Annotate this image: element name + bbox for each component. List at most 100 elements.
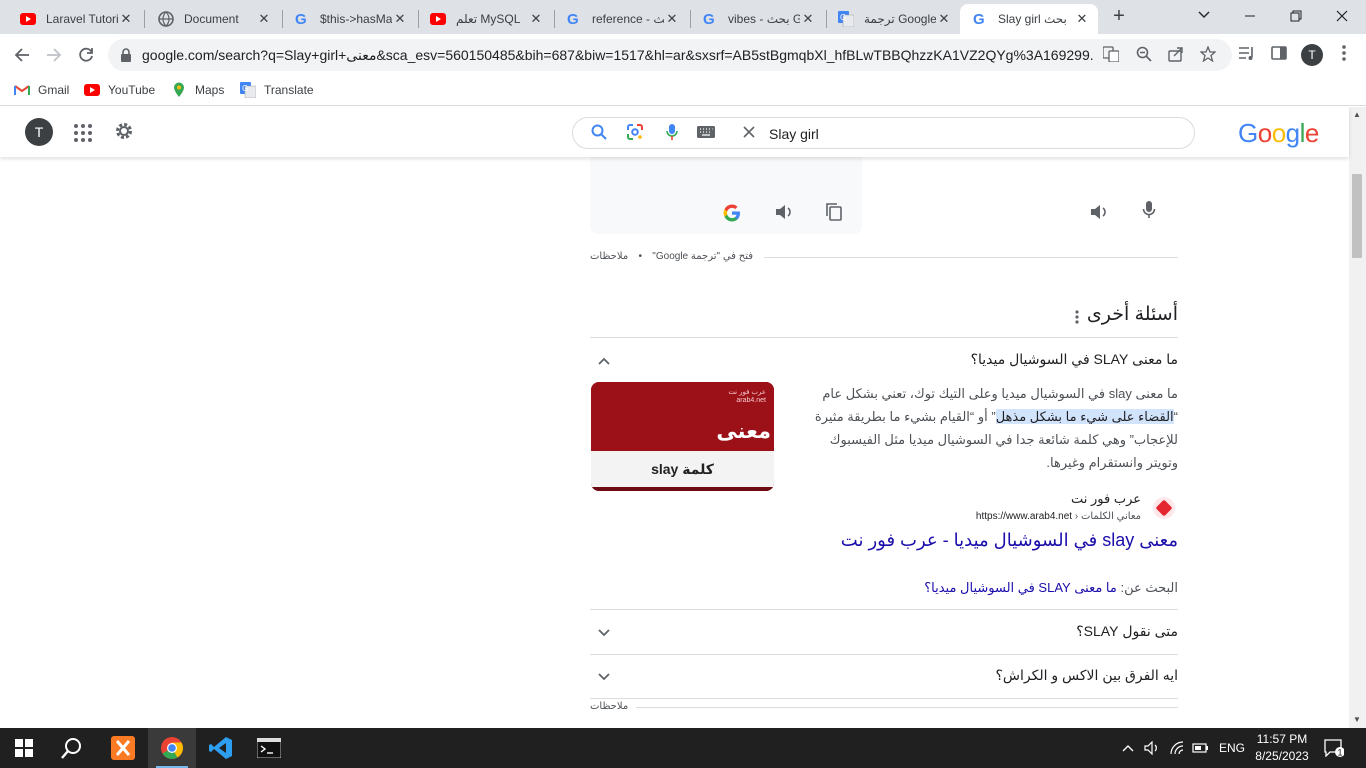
chrome-taskbar-icon[interactable] — [148, 728, 196, 768]
kebab-menu-icon[interactable] — [1334, 45, 1354, 65]
search-for-link[interactable]: ما معنى SLAY في السوشيال ميديا؟ — [924, 580, 1117, 595]
tab-translate[interactable]: G ترجمة Google ✕ — [826, 4, 960, 34]
chevron-down-icon[interactable] — [594, 622, 614, 642]
tab-mysql[interactable]: تعلم MySQL ✕ — [418, 4, 552, 34]
clock-date: 8/25/2023 — [1255, 749, 1309, 763]
minimize-button[interactable] — [1230, 4, 1270, 26]
scroll-up-arrow-icon[interactable]: ▲ — [1353, 110, 1361, 119]
system-clock[interactable]: 11:57 PM 8/25/2023 — [1250, 731, 1314, 765]
open-in-translate-link[interactable]: فتح في "ترجمة Google" — [652, 251, 753, 262]
question-item[interactable]: ايه الفرق بين الاكس و الكراش؟ — [590, 654, 1178, 698]
terminal-icon[interactable] — [245, 728, 293, 768]
tab-search-chevron-icon[interactable] — [1184, 4, 1224, 26]
answer-thumbnail[interactable]: عرب فور نت arab4.net معنى كلمة slay — [591, 382, 774, 491]
google-logo[interactable]: Google — [1238, 118, 1319, 149]
close-icon[interactable]: ✕ — [256, 11, 272, 27]
tab-hasmany[interactable]: G $this->hasMa ✕ — [282, 4, 416, 34]
restore-button[interactable] — [1276, 4, 1316, 26]
close-icon[interactable]: ✕ — [1074, 11, 1090, 27]
tab-title: $this->hasMa — [320, 12, 392, 26]
close-icon[interactable]: ✕ — [800, 11, 816, 27]
lock-icon[interactable] — [120, 48, 132, 62]
chevron-up-icon[interactable] — [594, 350, 614, 370]
reload-button[interactable] — [74, 43, 98, 67]
google-translate-icon: G — [240, 82, 256, 98]
settings-gear-icon[interactable] — [112, 119, 136, 143]
thumbnail-brand: عرب فور نت arab4.net — [728, 389, 766, 405]
page-scrollbar[interactable]: ▲ ▼ — [1349, 107, 1366, 728]
close-icon[interactable]: ✕ — [936, 11, 952, 27]
close-icon[interactable]: ✕ — [118, 11, 134, 27]
divider — [590, 698, 1178, 699]
side-panel-icon[interactable] — [1269, 45, 1289, 65]
lens-camera-icon[interactable] — [625, 124, 645, 144]
bookmark-star-icon[interactable] — [1199, 45, 1217, 64]
search-query-text[interactable]: Slay girl — [769, 126, 819, 142]
account-avatar[interactable]: T — [25, 118, 53, 146]
bookmark-maps[interactable]: Maps — [171, 82, 224, 98]
volume-icon[interactable] — [1144, 728, 1160, 768]
feedback-link[interactable]: ملاحظات — [590, 701, 628, 712]
bookmark-youtube[interactable]: YouTube — [84, 82, 155, 98]
bookmark-gmail[interactable]: Gmail — [14, 82, 69, 98]
battery-icon[interactable] — [1192, 728, 1210, 768]
translate-page-icon[interactable] — [1102, 46, 1120, 64]
tab-vibes[interactable]: G vibes - بحث G ✕ — [690, 4, 824, 34]
tray-chevron-icon[interactable] — [1122, 728, 1134, 768]
site-favicon-icon[interactable] — [1153, 497, 1175, 519]
question-text[interactable]: ايه الفرق بين الاكس و الكراش؟ — [995, 667, 1178, 684]
bookmark-translate[interactable]: G Translate — [240, 82, 314, 98]
forward-button[interactable] — [42, 43, 66, 67]
question-item[interactable]: متى نقول SLAY؟ — [590, 610, 1178, 654]
microphone-icon[interactable] — [1137, 201, 1161, 225]
taskbar-search-icon[interactable] — [48, 728, 96, 768]
source-name[interactable]: عرب فور نت — [1071, 491, 1141, 507]
close-window-button[interactable] — [1322, 4, 1362, 26]
tab-title: vibes - بحث G — [728, 12, 800, 26]
more-options-icon[interactable] — [1070, 310, 1084, 324]
result-title-link[interactable]: معنى slay في السوشيال ميديا - عرب فور نت — [841, 530, 1178, 551]
question-text[interactable]: ما معنى SLAY في السوشيال ميديا؟ — [971, 351, 1178, 368]
clear-search-icon[interactable] — [739, 124, 759, 144]
speaker-icon[interactable] — [1087, 203, 1111, 227]
tab-slay-girl[interactable]: G Slay girl بحث ✕ — [960, 4, 1098, 34]
copy-icon[interactable] — [822, 203, 846, 227]
microphone-icon[interactable] — [662, 124, 682, 144]
vscode-icon[interactable] — [197, 728, 245, 768]
notification-icon[interactable]: 1 — [1324, 728, 1344, 768]
speaker-icon[interactable] — [772, 203, 796, 227]
notification-count: 1 — [1338, 748, 1343, 758]
close-icon[interactable]: ✕ — [392, 11, 408, 27]
xampp-icon[interactable] — [99, 728, 147, 768]
windows-start-icon[interactable] — [0, 728, 48, 768]
question-item[interactable]: ما معنى SLAY في السوشيال ميديا؟ — [590, 338, 1178, 382]
language-indicator[interactable]: ENG — [1219, 728, 1245, 768]
source-cite[interactable]: https://www.arab4.net › معاني الكلمات — [976, 511, 1141, 522]
tab-laravel[interactable]: Laravel Tutori ✕ — [8, 4, 142, 34]
address-bar[interactable]: google.com/search?q=Slay+girl+معنى&sca_e… — [108, 39, 1232, 71]
profile-avatar[interactable]: T — [1301, 44, 1323, 66]
tab-reference[interactable]: G reference - بحث ✕ — [554, 4, 688, 34]
feedback-link[interactable]: ملاحظات — [590, 251, 628, 262]
search-icon[interactable] — [589, 124, 609, 144]
keyboard-icon[interactable] — [696, 124, 716, 144]
tab-document[interactable]: Document ✕ — [146, 4, 280, 34]
close-icon[interactable]: ✕ — [664, 11, 680, 27]
google-icon[interactable] — [720, 203, 744, 227]
logo-letter: g — [1285, 118, 1300, 148]
tab-title: تعلم MySQL — [456, 12, 521, 26]
question-text[interactable]: متى نقول SLAY؟ — [1076, 623, 1178, 640]
reading-list-icon[interactable] — [1237, 45, 1257, 65]
new-tab-button[interactable]: + — [1108, 6, 1130, 28]
scroll-thumb[interactable] — [1352, 174, 1362, 258]
share-icon[interactable] — [1167, 46, 1185, 64]
url-text[interactable]: google.com/search?q=Slay+girl+معنى&sca_e… — [142, 47, 1094, 64]
search-box[interactable]: Slay girl — [572, 117, 1195, 149]
apps-grid-icon[interactable] — [74, 124, 92, 142]
network-icon[interactable] — [1170, 728, 1186, 768]
zoom-icon[interactable] — [1135, 46, 1153, 64]
scroll-down-arrow-icon[interactable]: ▼ — [1353, 715, 1361, 724]
close-icon[interactable]: ✕ — [528, 11, 544, 27]
chevron-down-icon[interactable] — [594, 666, 614, 686]
back-button[interactable] — [10, 43, 34, 67]
